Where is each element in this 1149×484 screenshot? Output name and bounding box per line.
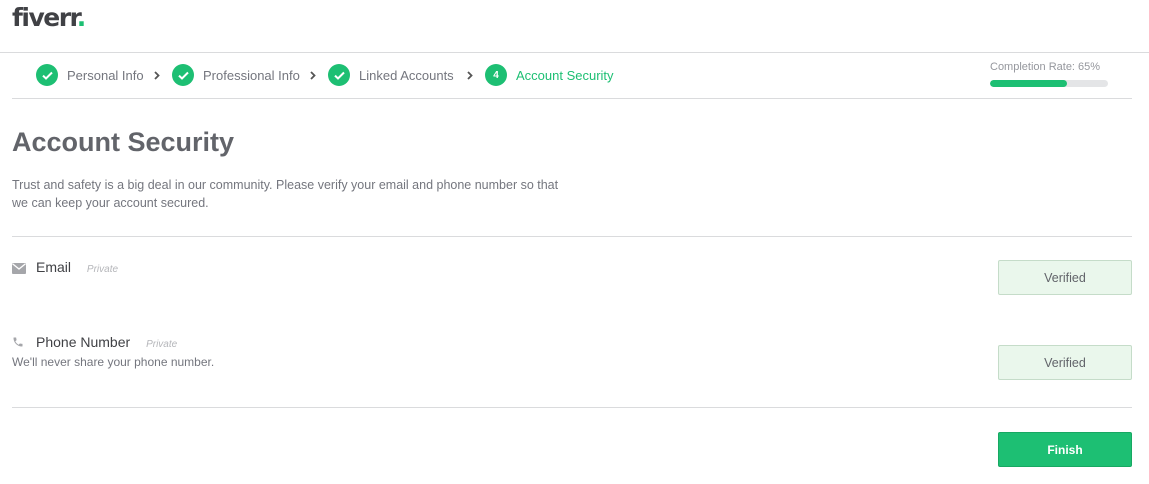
phone-label-text: Phone Number — [36, 334, 131, 350]
step-label: Professional Info — [203, 67, 300, 83]
progress-steps: Personal Info Professional Info Linked A… — [12, 53, 1132, 99]
step-account-security[interactable]: 4 Account Security — [485, 64, 614, 86]
logo-dot: . — [76, 3, 87, 32]
envelope-icon — [12, 261, 26, 275]
completion-bar-fill — [990, 80, 1067, 87]
chevron-right-icon — [306, 68, 320, 82]
chevron-right-icon — [463, 68, 477, 82]
phone-icon — [12, 335, 26, 349]
email-label-text: Email — [36, 259, 72, 275]
completion-rate: Completion Rate: 65% — [990, 61, 1108, 87]
completion-label: Completion Rate: 65% — [990, 61, 1101, 73]
step-personal-info[interactable]: Personal Info — [36, 64, 144, 86]
email-private-tag: Private — [86, 264, 119, 275]
step-number-badge: 4 — [485, 64, 507, 86]
step-label: Personal Info — [67, 67, 144, 83]
divider — [12, 236, 1132, 237]
phone-note: We'll never share your phone number. — [12, 355, 215, 369]
finish-button[interactable]: Finish — [998, 432, 1132, 467]
email-verified-button[interactable]: Verified — [998, 260, 1132, 295]
check-icon — [328, 64, 350, 86]
top-header: fiverr. — [0, 0, 1149, 53]
step-label: Account Security — [516, 67, 614, 83]
fiverr-logo[interactable]: fiverr. — [12, 3, 87, 32]
chevron-right-icon — [150, 68, 164, 82]
step-label: Linked Accounts — [359, 67, 454, 83]
page-description: Trust and safety is a big deal in our co… — [12, 178, 559, 210]
phone-verified-button[interactable]: Verified — [998, 345, 1132, 380]
phone-private-tag: Private — [146, 339, 178, 350]
completion-bar — [990, 80, 1108, 87]
phone-label: Phone Number Private — [36, 334, 177, 350]
check-icon — [36, 64, 58, 86]
divider — [12, 407, 1132, 408]
step-linked-accounts[interactable]: Linked Accounts — [328, 64, 454, 86]
check-icon — [172, 64, 194, 86]
email-label: Email Private — [36, 259, 118, 275]
page-title: Account Security — [12, 127, 235, 157]
logo-text: fiverr — [12, 3, 78, 32]
step-professional-info[interactable]: Professional Info — [172, 64, 300, 86]
